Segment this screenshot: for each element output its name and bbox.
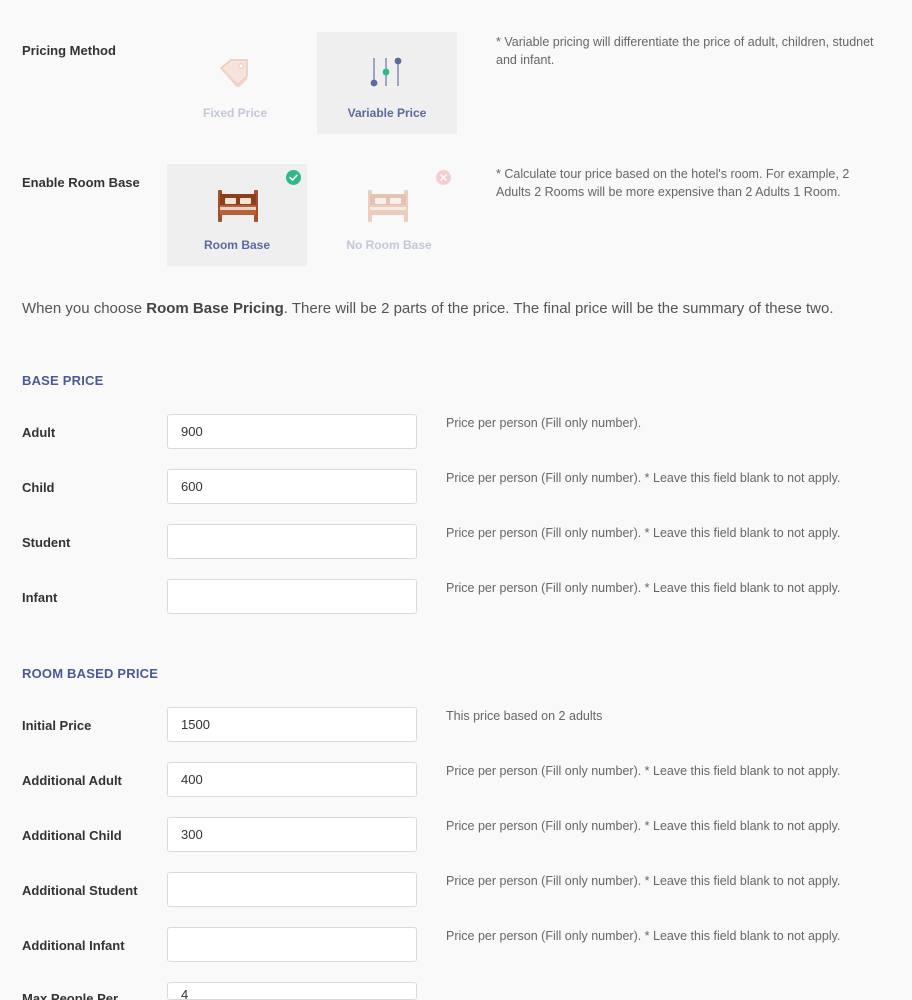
additional-child-hint: Price per person (Fill only number). * L…: [446, 819, 841, 833]
additional-infant-hint: Price per person (Fill only number). * L…: [446, 929, 841, 943]
additional-child-label: Additional Child: [22, 828, 122, 843]
additional-infant-label: Additional Infant: [22, 938, 125, 953]
room-base-hint: * Calculate tour price based on the hote…: [496, 167, 850, 199]
room-base-label: Enable Room Base: [22, 175, 140, 190]
room-base-intro: When you choose Room Base Pricing. There…: [22, 300, 902, 317]
pricing-method-hint: * Variable pricing will differentiate th…: [496, 35, 874, 67]
adult-hint: Price per person (Fill only number).: [446, 416, 642, 430]
infant-label: Infant: [22, 590, 58, 605]
additional-adult-label: Additional Adult: [22, 773, 122, 788]
additional-adult-input[interactable]: [167, 762, 417, 797]
bed-faded-icon: [319, 186, 459, 226]
max-people-input[interactable]: [167, 982, 417, 1000]
variable-price-option[interactable]: Variable Price: [317, 32, 457, 134]
close-icon: [436, 170, 451, 185]
student-hint: Price per person (Fill only number). * L…: [446, 526, 841, 540]
initial-price-hint: This price based on 2 adults: [446, 709, 603, 723]
additional-infant-input[interactable]: [167, 927, 417, 962]
adult-label: Adult: [22, 425, 56, 440]
additional-adult-hint: Price per person (Fill only number). * L…: [446, 764, 841, 778]
intro-suffix: . There will be 2 parts of the price. Th…: [283, 300, 834, 317]
variable-price-label: Variable Price: [347, 106, 427, 120]
max-people-label: Max People Per: [22, 991, 119, 1000]
sliders-icon: [317, 54, 457, 94]
fixed-price-label: Fixed Price: [202, 106, 268, 120]
infant-price-input[interactable]: [167, 579, 417, 614]
student-label: Student: [22, 535, 71, 550]
child-hint: Price per person (Fill only number). * L…: [446, 471, 841, 485]
intro-bold: Room Base Pricing: [146, 300, 284, 317]
pricing-method-label: Pricing Method: [22, 43, 116, 58]
additional-student-label: Additional Student: [22, 883, 138, 898]
price-tag-icon: [165, 54, 305, 94]
additional-student-input[interactable]: [167, 872, 417, 907]
no-room-base-opt-label: No Room Base: [346, 238, 432, 252]
child-price-input[interactable]: [167, 469, 417, 504]
adult-price-input[interactable]: [167, 414, 417, 449]
base-price-title: BASE PRICE: [22, 373, 104, 388]
room-base-opt-label: Room Base: [203, 238, 271, 252]
bed-icon: [167, 186, 307, 226]
fixed-price-option[interactable]: Fixed Price: [165, 32, 305, 134]
infant-hint: Price per person (Fill only number). * L…: [446, 581, 841, 595]
additional-student-hint: Price per person (Fill only number). * L…: [446, 874, 841, 888]
child-label: Child: [22, 480, 55, 495]
initial-price-input[interactable]: [167, 707, 417, 742]
check-icon: [286, 170, 301, 185]
additional-child-input[interactable]: [167, 817, 417, 852]
student-price-input[interactable]: [167, 524, 417, 559]
intro-prefix: When you choose: [22, 300, 147, 317]
initial-price-label: Initial Price: [22, 718, 92, 733]
room-price-title: ROOM BASED PRICE: [22, 666, 159, 681]
